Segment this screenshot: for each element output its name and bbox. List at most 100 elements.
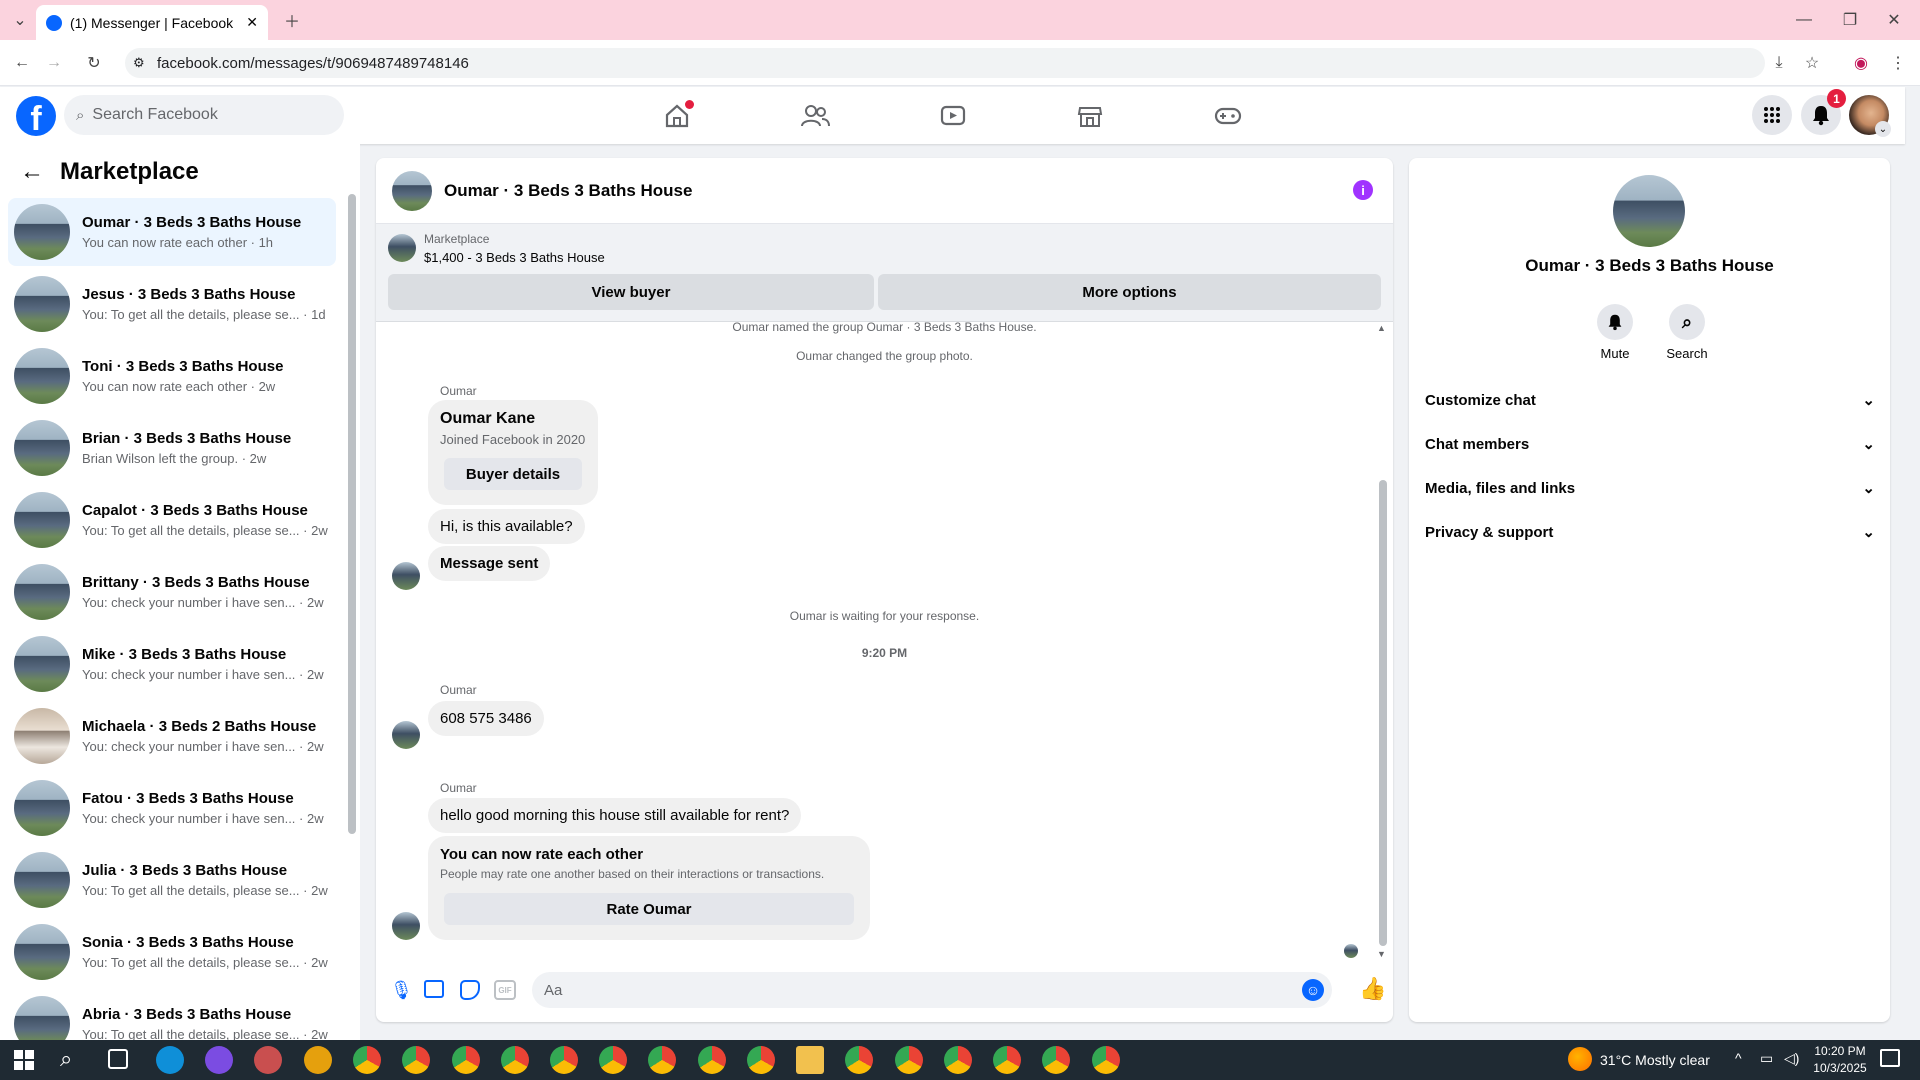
taskbar-app-icon[interactable] xyxy=(304,1046,332,1074)
friends-nav-icon[interactable] xyxy=(785,96,845,136)
sender-avatar[interactable] xyxy=(392,721,420,749)
buyer-details-button[interactable]: Buyer details xyxy=(444,458,582,490)
conversation-item[interactable]: Fatou · 3 Beds 3 Baths House You: check y… xyxy=(8,774,336,842)
taskbar-app-icon[interactable] xyxy=(353,1046,381,1074)
mute-button[interactable]: Mute xyxy=(1587,304,1643,361)
close-tab-icon[interactable]: ✕ xyxy=(246,14,258,31)
url-input[interactable]: ⚙ facebook.com/messages/t/90694874897481… xyxy=(125,48,1765,78)
emoji-icon[interactable]: ☺ xyxy=(1302,979,1324,1001)
browser-tab[interactable]: (1) Messenger | Facebook ✕ xyxy=(36,5,268,40)
taskbar-app-icon[interactable] xyxy=(993,1046,1021,1074)
weather-icon[interactable] xyxy=(1568,1047,1592,1071)
more-options-button[interactable]: More options xyxy=(878,274,1381,310)
listing-title[interactable]: $1,400 - 3 Beds 3 Baths House xyxy=(424,250,605,265)
conversation-item[interactable]: Toni · 3 Beds 3 Baths House You can now r… xyxy=(8,342,336,410)
media-files-links-section[interactable]: Media, files and links ⌄ xyxy=(1425,470,1875,506)
file-explorer-icon[interactable] xyxy=(796,1046,824,1074)
chat-avatar[interactable] xyxy=(392,170,432,211)
back-icon[interactable]: ← xyxy=(8,49,36,77)
taskbar-app-icon[interactable] xyxy=(205,1046,233,1074)
facebook-search-input[interactable]: ⌕ Search Facebook xyxy=(64,95,344,135)
customize-chat-section[interactable]: Customize chat ⌄ xyxy=(1425,382,1875,418)
notification-center-icon[interactable] xyxy=(1880,1049,1900,1067)
minimize-icon[interactable]: — xyxy=(1790,6,1818,34)
message-input[interactable]: Aa ☺ xyxy=(532,972,1332,1008)
listing-thumbnail[interactable] xyxy=(388,234,416,262)
sticker-icon[interactable] xyxy=(460,980,480,1000)
conversation-item[interactable]: Mike · 3 Beds 3 Baths House You: check yo… xyxy=(8,630,336,698)
conversation-item[interactable]: Oumar · 3 Beds 3 Baths House You can now … xyxy=(8,198,336,266)
back-arrow-icon[interactable]: ← xyxy=(20,158,44,186)
weather-text[interactable]: 31°C Mostly clear xyxy=(1600,1052,1710,1068)
view-buyer-button[interactable]: View buyer xyxy=(388,274,874,310)
chat-members-section[interactable]: Chat members ⌄ xyxy=(1425,426,1875,462)
menu-grid-icon[interactable] xyxy=(1752,95,1792,135)
search-in-chat-button[interactable]: ⌕ Search xyxy=(1659,304,1715,361)
gif-icon[interactable]: GIF xyxy=(494,980,516,1000)
restore-icon[interactable]: ❐ xyxy=(1836,6,1864,34)
sender-avatar[interactable] xyxy=(392,562,420,590)
video-nav-icon[interactable] xyxy=(923,96,983,136)
taskbar-app-icon[interactable] xyxy=(402,1046,430,1074)
profile-icon[interactable]: ◉ xyxy=(1847,49,1875,77)
taskbar-app-icon[interactable] xyxy=(895,1046,923,1074)
clock[interactable]: 10:20 PM 10/3/2025 xyxy=(1812,1044,1868,1075)
conversation-item[interactable]: Capalot · 3 Beds 3 Baths House You: To ge… xyxy=(8,486,336,554)
taskbar-app-icon[interactable] xyxy=(698,1046,726,1074)
show-hidden-icons-chevron-icon[interactable]: ^ xyxy=(1735,1050,1742,1066)
volume-icon[interactable]: ◁) xyxy=(1784,1050,1799,1067)
marketplace-nav-icon[interactable] xyxy=(1060,96,1120,136)
taskbar-app-icon[interactable] xyxy=(845,1046,873,1074)
taskbar-app-icon[interactable] xyxy=(747,1046,775,1074)
conversation-item[interactable]: Sonia · 3 Beds 3 Baths House You: To get … xyxy=(8,918,336,986)
taskbar-search-icon[interactable]: ⌕ xyxy=(60,1046,72,1072)
message-bubble[interactable]: Hi, is this available? xyxy=(428,509,585,544)
conversation-item[interactable]: Jesus · 3 Beds 3 Baths House You: To get … xyxy=(8,270,336,338)
conversation-list-scrollbar[interactable] xyxy=(348,194,356,834)
network-icon[interactable]: ▭ xyxy=(1760,1050,1773,1067)
privacy-support-section[interactable]: Privacy & support ⌄ xyxy=(1425,514,1875,550)
scroll-up-arrow-icon[interactable]: ▲ xyxy=(1377,323,1386,333)
taskbar-app-icon[interactable] xyxy=(156,1046,184,1074)
thumbs-up-icon[interactable]: 👍 xyxy=(1359,976,1386,1002)
taskbar-app-icon[interactable] xyxy=(550,1046,578,1074)
info-icon[interactable]: i xyxy=(1353,180,1373,200)
task-view-icon[interactable] xyxy=(108,1049,128,1069)
chat-title[interactable]: Oumar · 3 Beds 3 Baths House xyxy=(444,181,692,201)
site-info-icon[interactable]: ⚙ xyxy=(133,55,145,71)
chrome-menu-icon[interactable]: ⋮ xyxy=(1884,49,1912,77)
install-app-icon[interactable]: ⤓ xyxy=(1765,49,1793,77)
chat-scrollbar[interactable] xyxy=(1379,480,1387,946)
taskbar-app-icon[interactable] xyxy=(254,1046,282,1074)
taskbar-app-icon[interactable] xyxy=(944,1046,972,1074)
taskbar-app-icon[interactable] xyxy=(452,1046,480,1074)
forward-icon[interactable]: → xyxy=(40,49,68,77)
windows-start-icon[interactable] xyxy=(14,1050,34,1070)
new-tab-icon[interactable]: ＋ xyxy=(278,6,306,34)
details-avatar[interactable] xyxy=(1613,175,1685,247)
conversation-item[interactable]: Julia · 3 Beds 3 Baths House You: To get … xyxy=(8,846,336,914)
gaming-nav-icon[interactable] xyxy=(1198,96,1258,136)
account-chevron-icon[interactable]: ⌄ xyxy=(1875,121,1891,137)
taskbar-app-icon[interactable] xyxy=(501,1046,529,1074)
message-bubble[interactable]: 608 575 3486 xyxy=(428,701,544,736)
sender-avatar[interactable] xyxy=(392,912,420,940)
bookmark-star-icon[interactable]: ☆ xyxy=(1798,49,1826,77)
scroll-down-arrow-icon[interactable]: ▼ xyxy=(1377,949,1386,959)
tab-list-chevron-icon[interactable]: ⌄ xyxy=(6,6,34,34)
home-nav-icon[interactable] xyxy=(647,96,707,136)
conversation-item[interactable]: Michaela · 3 Beds 2 Baths House You: chec… xyxy=(8,702,336,770)
taskbar-app-icon[interactable] xyxy=(599,1046,627,1074)
message-bubble[interactable]: Message sent xyxy=(428,546,551,581)
message-bubble[interactable]: hello good morning this house still avai… xyxy=(428,798,802,833)
taskbar-app-icon[interactable] xyxy=(1042,1046,1070,1074)
conversation-item[interactable]: Brittany · 3 Beds 3 Baths House You: chec… xyxy=(8,558,336,626)
rate-oumar-button[interactable]: Rate Oumar xyxy=(444,893,854,925)
microphone-icon[interactable]: 🎙 xyxy=(390,980,413,1001)
close-window-icon[interactable]: ✕ xyxy=(1880,6,1908,34)
taskbar-app-icon[interactable] xyxy=(1092,1046,1120,1074)
reload-icon[interactable]: ↻ xyxy=(80,49,108,77)
photo-attach-icon[interactable] xyxy=(424,980,444,998)
facebook-logo-icon[interactable]: f xyxy=(16,96,56,136)
taskbar-app-icon[interactable] xyxy=(648,1046,676,1074)
